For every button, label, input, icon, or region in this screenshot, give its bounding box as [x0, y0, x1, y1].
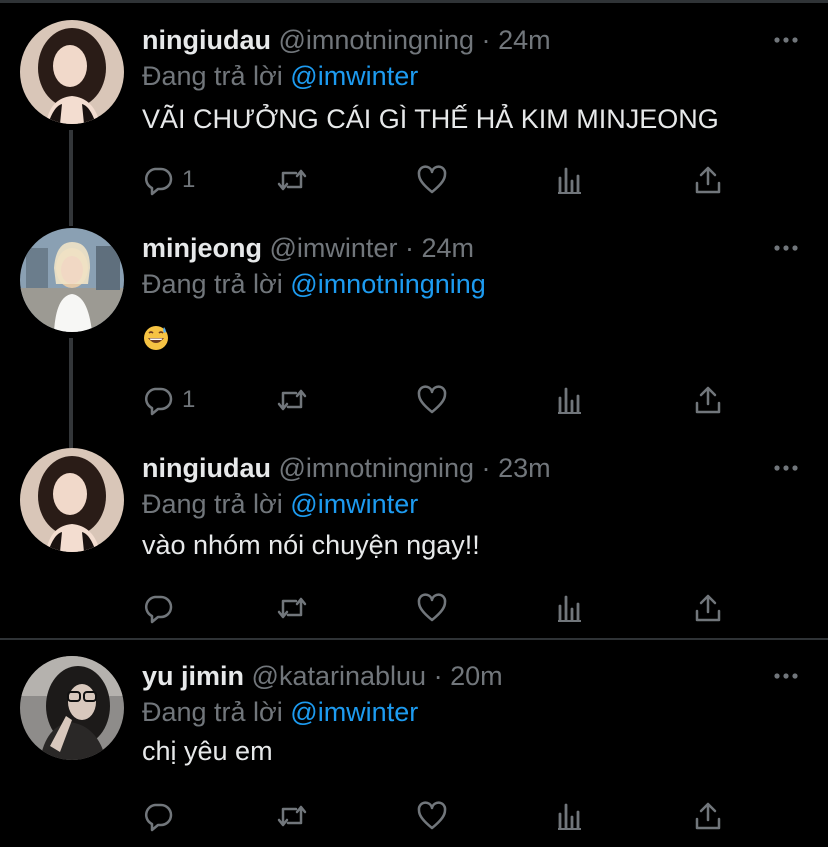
user-handle[interactable]: @imwinter [270, 233, 398, 263]
avatar[interactable] [20, 228, 124, 332]
like-button[interactable] [416, 380, 448, 420]
replying-to: Đang trả lời @imwinter [142, 484, 418, 524]
separator-dot: · [481, 453, 491, 483]
share-icon [695, 386, 721, 414]
reply-button[interactable] [142, 796, 174, 836]
retweet-icon [277, 389, 307, 411]
more-options-icon[interactable] [772, 234, 800, 262]
reply-button[interactable] [142, 588, 174, 628]
retweet-button[interactable] [276, 160, 308, 200]
display-name[interactable]: minjeong [142, 233, 262, 263]
grinning-sweat-emoji [144, 326, 168, 350]
separator-dot: · [481, 25, 491, 55]
more-options-icon[interactable] [772, 454, 800, 482]
display-name[interactable]: yu jimin [142, 661, 244, 691]
retweet-icon [277, 169, 307, 191]
analytics-icon [558, 595, 581, 622]
user-handle[interactable]: @katarinabluu [252, 661, 427, 691]
share-icon [695, 594, 721, 622]
reply-button[interactable]: 1 [142, 160, 195, 200]
analytics-button[interactable] [554, 380, 586, 420]
tweet-actions [142, 588, 742, 628]
reply-icon [145, 595, 173, 624]
share-icon [695, 166, 721, 194]
avatar[interactable] [20, 656, 124, 760]
tweet[interactable]: minjeong @imwinter · 24m Đang trả lời @i… [0, 228, 828, 428]
reply-count: 1 [182, 386, 196, 413]
tweet-actions [142, 796, 742, 836]
tweet-header: ningiudau @imnotningning · 24m [142, 20, 551, 60]
share-button[interactable] [692, 160, 724, 200]
more-options-icon[interactable] [772, 26, 800, 54]
tweet-actions: 1 [142, 160, 742, 200]
mention-link[interactable]: @imwinter [290, 489, 418, 519]
share-icon [695, 802, 721, 830]
like-button[interactable] [416, 588, 448, 628]
tweet-header: yu jimin @katarinabluu · 20m [142, 656, 503, 696]
retweet-icon [277, 805, 307, 827]
replying-to: Đang trả lời @imwinter [142, 56, 418, 96]
retweet-button[interactable] [276, 588, 308, 628]
analytics-icon [558, 803, 581, 830]
avatar[interactable] [20, 448, 124, 552]
reply-icon [145, 803, 173, 832]
analytics-button[interactable] [554, 796, 586, 836]
analytics-icon [558, 387, 581, 414]
analytics-icon [558, 167, 581, 194]
replying-to-label: Đang trả lời [142, 61, 283, 91]
mention-link[interactable]: @imwinter [290, 61, 418, 91]
tweet-text: VÃI CHƯỞNG CÁI GÌ THẾ HẢ KIM MINJEONG [142, 104, 719, 134]
reply-button[interactable]: 1 [142, 380, 195, 420]
heart-icon [417, 165, 447, 194]
tweet-text: vào nhóm nói chuyện ngay!! [142, 530, 480, 560]
tweet-header: minjeong @imwinter · 24m [142, 228, 474, 268]
tweet-header: ningiudau @imnotningning · 23m [142, 448, 551, 488]
heart-icon [417, 385, 447, 414]
timestamp[interactable]: 24m [421, 233, 474, 263]
tweet-text: chị yêu em [142, 736, 273, 766]
replying-to: Đang trả lời @imnotningning [142, 264, 486, 304]
share-button[interactable] [692, 380, 724, 420]
like-button[interactable] [416, 160, 448, 200]
separator-dot: · [433, 661, 443, 691]
retweet-icon [277, 597, 307, 619]
mention-link[interactable]: @imnotningning [290, 269, 486, 299]
tweet[interactable]: ningiudau @imnotningning · 24m Đang trả … [0, 20, 828, 220]
mention-link[interactable]: @imwinter [290, 697, 418, 727]
timestamp[interactable]: 23m [498, 453, 551, 483]
more-options-icon[interactable] [772, 662, 800, 690]
heart-icon [417, 593, 447, 622]
top-divider [0, 0, 828, 3]
tweet-actions: 1 [142, 380, 742, 420]
heart-icon [417, 801, 447, 830]
analytics-button[interactable] [554, 160, 586, 200]
display-name[interactable]: ningiudau [142, 25, 271, 55]
timestamp[interactable]: 24m [498, 25, 551, 55]
avatar[interactable] [20, 20, 124, 124]
like-button[interactable] [416, 796, 448, 836]
share-button[interactable] [692, 796, 724, 836]
separator-dot: · [404, 233, 414, 263]
reply-icon [145, 167, 173, 196]
replying-to: Đang trả lời @imwinter [142, 692, 418, 732]
analytics-button[interactable] [554, 588, 586, 628]
user-handle[interactable]: @imnotningning [279, 453, 475, 483]
display-name[interactable]: ningiudau [142, 453, 271, 483]
replying-to-label: Đang trả lời [142, 269, 283, 299]
timestamp[interactable]: 20m [450, 661, 503, 691]
retweet-button[interactable] [276, 796, 308, 836]
replying-to-label: Đang trả lời [142, 489, 283, 519]
share-button[interactable] [692, 588, 724, 628]
retweet-button[interactable] [276, 380, 308, 420]
tweet[interactable]: yu jimin @katarinabluu · 20m Đang trả lờ… [0, 656, 828, 846]
replying-to-label: Đang trả lời [142, 697, 283, 727]
reply-icon [145, 387, 173, 416]
reply-count: 1 [182, 166, 196, 193]
tweet[interactable]: ningiudau @imnotningning · 23m Đang trả … [0, 448, 828, 628]
user-handle[interactable]: @imnotningning [279, 25, 475, 55]
tweet-divider [0, 638, 828, 640]
